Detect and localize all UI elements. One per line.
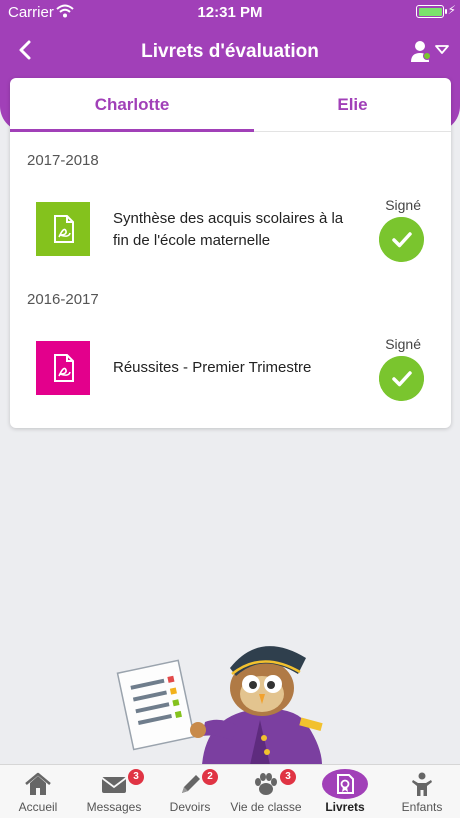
check-icon [379, 356, 424, 401]
owl-mascot-illustration [116, 646, 323, 765]
pdf-file-icon [36, 341, 90, 395]
year-heading: 2017-2018 [27, 152, 99, 169]
battery-icon [416, 5, 447, 18]
child-tabs: Charlotte Elie [10, 78, 451, 132]
profile-switcher-button[interactable] [410, 38, 450, 66]
tab-livrets-label: Livrets [325, 800, 365, 814]
booklet-icon [322, 769, 368, 799]
paw-icon [255, 773, 277, 795]
chevron-down-icon [435, 45, 449, 54]
year-heading: 2016-2017 [27, 291, 99, 308]
booklets-card: Charlotte Elie 2017-2018 Synthèse des ac… [10, 78, 451, 428]
document-title: Réussites - Premier Trimestre [113, 359, 312, 376]
user-icon [411, 41, 431, 62]
tab-charlotte[interactable]: Charlotte [10, 78, 254, 132]
tab-devoirs[interactable]: 2 Devoirs [152, 765, 228, 818]
pencil-icon [182, 775, 200, 793]
tab-livrets[interactable]: Livrets [307, 765, 383, 818]
tab-devoirs-label: Devoirs [169, 800, 211, 814]
status-label: Signé [385, 197, 421, 213]
unread-badge: 3 [128, 769, 144, 785]
page-title: Livrets d'évaluation [141, 41, 319, 62]
tab-enfants[interactable]: Enfants [384, 765, 460, 818]
tab-elie[interactable]: Elie [254, 78, 451, 132]
active-tab-indicator [10, 129, 254, 132]
unread-badge: 2 [202, 769, 218, 785]
tab-vie-de-classe[interactable]: 3 Vie de classe [228, 765, 304, 818]
tab-accueil-label: Accueil [18, 800, 58, 814]
tab-messages[interactable]: 3 Messages [76, 765, 152, 818]
tab-enfants-label: Enfants [401, 800, 443, 814]
status-label: Signé [385, 336, 421, 352]
check-icon [379, 217, 424, 262]
home-icon [25, 772, 51, 795]
envelope-icon [101, 777, 127, 793]
document-row[interactable]: Réussites - Premier Trimestre Signé [10, 336, 451, 421]
status-time: 12:31 PM [197, 4, 263, 21]
status-bar: Carrier 12:31 PM ⚡ [0, 0, 460, 26]
tab-accueil[interactable]: Accueil [0, 765, 76, 818]
pdf-file-icon [36, 202, 90, 256]
document-row[interactable]: Synthèse des acquis scolaires à la fin d… [10, 197, 451, 282]
child-icon [412, 772, 432, 796]
bottom-tab-bar: Accueil 3 Messages 2 Devoirs 3 Vie de cl… [0, 764, 460, 818]
tab-vie-de-classe-label: Vie de classe [230, 800, 302, 814]
document-title: Synthèse des acquis scolaires à la fin d… [113, 210, 344, 249]
unread-badge: 3 [280, 769, 296, 785]
tab-messages-label: Messages [86, 800, 142, 814]
charging-icon: ⚡ [447, 3, 456, 17]
